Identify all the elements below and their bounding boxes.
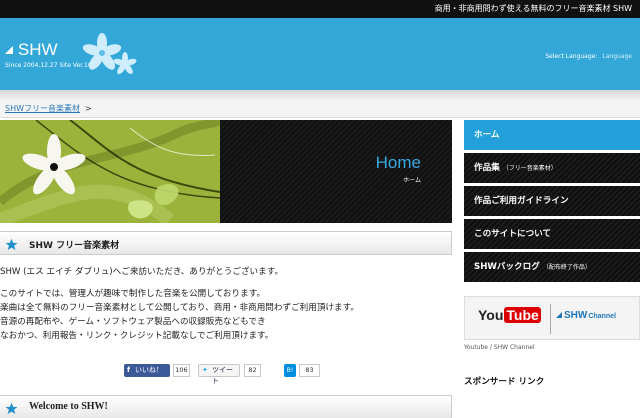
banner-divider (550, 304, 551, 334)
youtube-logo-tube: Tube (504, 307, 541, 323)
flower-artwork-icon (0, 120, 223, 223)
hatena-bookmark-count: 83 (299, 364, 320, 377)
nav-works-label: 作品集 (474, 163, 500, 173)
section-title: SHW フリー音楽素材 (29, 241, 120, 251)
intro-paragraph: 音源の再配布や、ゲーム・ソフトウェア製品への収録販売などもでき (0, 317, 266, 327)
nav-backlog-sublabel: （配布終了作品） (542, 264, 591, 271)
section-header-shw: SHW フリー音楽素材 (0, 231, 452, 255)
nav-works-sublabel: （フリー音楽素材） (502, 165, 557, 172)
breadcrumb-home-link[interactable]: SHWフリー音楽素材 (5, 104, 80, 113)
channel-caption: Youtube / SHW Channel (464, 344, 535, 351)
twitter-tweet-count: 82 (244, 364, 261, 377)
intro-paragraph: 楽曲は全て無料のフリー音楽素材として公開しており、商用・非商用問わずご利用頂けま… (0, 303, 359, 313)
star-icon (5, 402, 18, 414)
language-selector[interactable]: Select Language: Language (545, 53, 632, 60)
section-header-welcome: Welcome to SHW! (0, 395, 452, 418)
intro-copy: SHW (エス エイチ ダブリュ)へご来訪いただき、ありがとうございます。 この… (0, 265, 452, 343)
logo-since-text: Since 2004.12.27 Site Ver.10 (5, 62, 92, 69)
video-channel-banner[interactable]: You Tube SHWChannel (464, 296, 640, 340)
facebook-like-count: 106 (173, 364, 190, 377)
nav-home-label: ホーム (474, 130, 500, 140)
top-banner-text: 商用・非商用問わず使える無料のフリー音楽素材 SHW (434, 4, 632, 13)
nav-backlog-label: SHWバックログ (474, 262, 540, 272)
header-subbar (0, 90, 640, 100)
site-header: SHW Since 2004.12.27 Site Ver.10 Select … (0, 18, 640, 90)
breadcrumb: SHWフリー音楽素材 > (0, 100, 640, 118)
hero-artwork (0, 120, 223, 223)
logo-triangle-icon (5, 46, 13, 54)
hero-banner: Home ホーム (0, 120, 452, 223)
star-icon (5, 238, 18, 250)
intro-paragraph: SHW (エス エイチ ダブリュ)へご来訪いただき、ありがとうございます。 (0, 267, 284, 277)
youtube-logo-text: You (478, 307, 504, 323)
nav-backlog[interactable]: SHWバックログ （配布終了作品） (464, 252, 640, 282)
nav-about-label: このサイトについて (474, 229, 552, 239)
nav-works[interactable]: 作品集 （フリー音楽素材） (464, 153, 640, 183)
nav-guidelines-label: 作品ご利用ガイドライン (474, 196, 569, 206)
twitter-tweet-button[interactable]: ツイート (198, 364, 240, 385)
logo-text: SHW (17, 40, 58, 59)
section-title: Welcome to SHW! (29, 401, 108, 412)
hero-title: Home (375, 153, 421, 172)
language-option[interactable]: Language (602, 53, 632, 60)
shw-channel-triangle-icon (556, 312, 562, 318)
breadcrumb-separator: > (85, 104, 92, 113)
intro-paragraph: なおかつ、利用報告・リンク・クレジット記載なしでご利用頂けます。 (0, 331, 274, 341)
nav-guidelines[interactable]: 作品ご利用ガイドライン (464, 186, 640, 216)
sponsored-links-heading: スポンサード リンク (464, 377, 545, 387)
hatena-bookmark-button[interactable]: B! (284, 364, 296, 377)
facebook-like-button[interactable]: いいね！ (124, 364, 170, 377)
top-banner: 商用・非商用問わず使える無料のフリー音楽素材 SHW (0, 0, 640, 18)
intro-paragraph: このサイトでは、管理人が趣味で制作した音楽を公開しております。 (0, 289, 266, 299)
site-logo[interactable]: SHW Since 2004.12.27 Site Ver.10 (5, 40, 92, 69)
nav-home[interactable]: ホーム (464, 120, 640, 150)
shw-channel-label: Channel (588, 313, 616, 320)
hero-subtitle: ホーム (403, 177, 421, 184)
shw-channel-logo[interactable]: SHWChannel (556, 310, 616, 321)
language-label: Select Language: (545, 53, 598, 60)
nav-about[interactable]: このサイトについて (464, 219, 640, 249)
shw-channel-name: SHW (564, 310, 588, 321)
youtube-logo[interactable]: You Tube (478, 307, 541, 323)
flower-icon (82, 33, 137, 75)
